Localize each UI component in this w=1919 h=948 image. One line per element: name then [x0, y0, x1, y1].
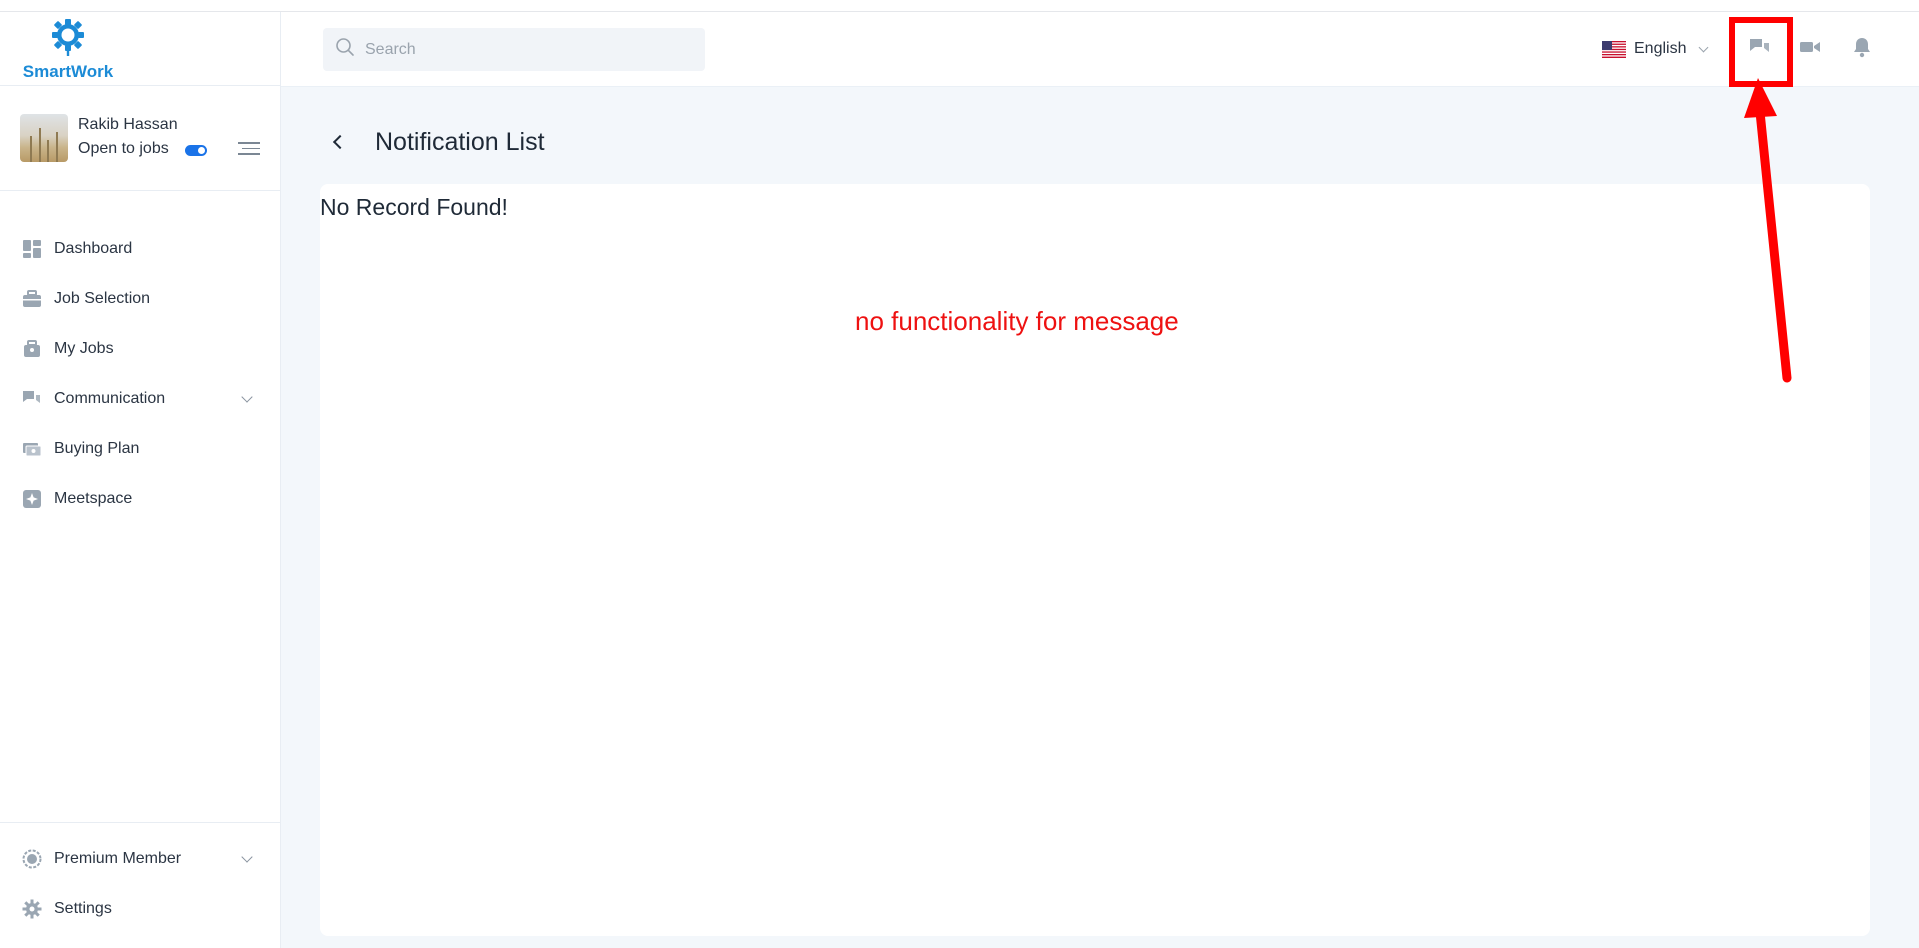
- sidebar-divider: [0, 822, 281, 823]
- main-content: English Notification List No Record Foun…: [281, 12, 1919, 948]
- sidebar-item-settings[interactable]: Settings: [0, 884, 281, 934]
- window-top-edge: [0, 0, 1919, 12]
- annotation-note: no functionality for message: [855, 306, 1179, 336]
- job-bag-icon: [22, 339, 42, 359]
- chevron-down-icon[interactable]: [241, 851, 253, 863]
- sidebar-item-my-jobs[interactable]: My Jobs: [0, 324, 281, 374]
- briefcase-icon: [22, 289, 42, 309]
- sidebar-nav: Dashboard Job Selection My Jobs Communic…: [0, 224, 281, 524]
- language-label: English: [1634, 40, 1687, 57]
- logo-text: SmartWork: [22, 62, 114, 81]
- open-to-jobs-toggle[interactable]: [185, 145, 207, 156]
- money-icon: [22, 439, 42, 459]
- messages-button[interactable]: [1747, 36, 1773, 62]
- sidebar-divider: [0, 85, 281, 86]
- language-selector[interactable]: English: [1602, 37, 1709, 61]
- user-profile: Rakib Hassan Open to jobs: [20, 114, 265, 164]
- search-icon: [335, 37, 355, 62]
- sidebar-item-premium-member[interactable]: Premium Member: [0, 834, 281, 884]
- top-header: English: [281, 12, 1919, 87]
- sidebar-item-job-selection[interactable]: Job Selection: [0, 274, 281, 324]
- sidebar-item-label: My Jobs: [54, 340, 114, 357]
- video-icon: [1799, 39, 1821, 60]
- chevron-down-icon[interactable]: [241, 391, 253, 403]
- sidebar-item-meetspace[interactable]: Meetspace: [0, 474, 281, 524]
- app-logo[interactable]: SmartWork: [18, 18, 118, 82]
- sidebar-item-label: Communication: [54, 390, 166, 407]
- sidebar-item-label: Premium Member: [54, 850, 182, 867]
- chevron-left-icon: [332, 134, 348, 150]
- sidebar-item-label: Settings: [54, 900, 112, 917]
- sparkle-icon: [22, 489, 42, 509]
- gear-icon: [22, 899, 42, 919]
- sidebar-item-buying-plan[interactable]: Buying Plan: [0, 424, 281, 474]
- logo-gear-icon: [52, 19, 84, 56]
- page-title: Notification List: [375, 127, 545, 156]
- sidebar-item-dashboard[interactable]: Dashboard: [0, 224, 281, 274]
- empty-state-message: No Record Found!: [320, 194, 508, 220]
- sidebar-item-label: Meetspace: [54, 490, 133, 507]
- profile-status: Open to jobs: [78, 140, 169, 157]
- dashboard-icon: [22, 239, 42, 259]
- search-input[interactable]: [365, 40, 685, 59]
- sidebar-item-label: Dashboard: [54, 240, 133, 257]
- sidebar-bottom-nav: Premium Member Settings: [0, 834, 281, 934]
- bell-icon: [1852, 36, 1872, 63]
- chevron-down-icon: [1699, 42, 1709, 52]
- page-header: Notification List: [323, 122, 545, 162]
- avatar[interactable]: [20, 114, 68, 162]
- search-box[interactable]: [323, 28, 705, 71]
- back-button[interactable]: [323, 127, 353, 157]
- sidebar-item-communication[interactable]: Communication: [0, 374, 281, 424]
- sidebar-divider: [0, 190, 281, 191]
- chat-icon: [1749, 37, 1771, 62]
- chat-icon: [22, 389, 42, 409]
- notifications-button[interactable]: [1849, 36, 1875, 62]
- sidebar-item-label: Buying Plan: [54, 440, 140, 457]
- video-call-button[interactable]: [1797, 36, 1823, 62]
- notification-list-card: No Record Found!: [320, 184, 1870, 936]
- profile-name: Rakib Hassan: [78, 116, 178, 133]
- sidebar-item-label: Job Selection: [54, 290, 151, 307]
- us-flag-icon: [1602, 40, 1626, 58]
- menu-collapse-icon[interactable]: [238, 142, 260, 156]
- sidebar: SmartWork Rakib Hassan Open to jobs Dash…: [0, 12, 281, 948]
- badge-icon: [22, 849, 42, 869]
